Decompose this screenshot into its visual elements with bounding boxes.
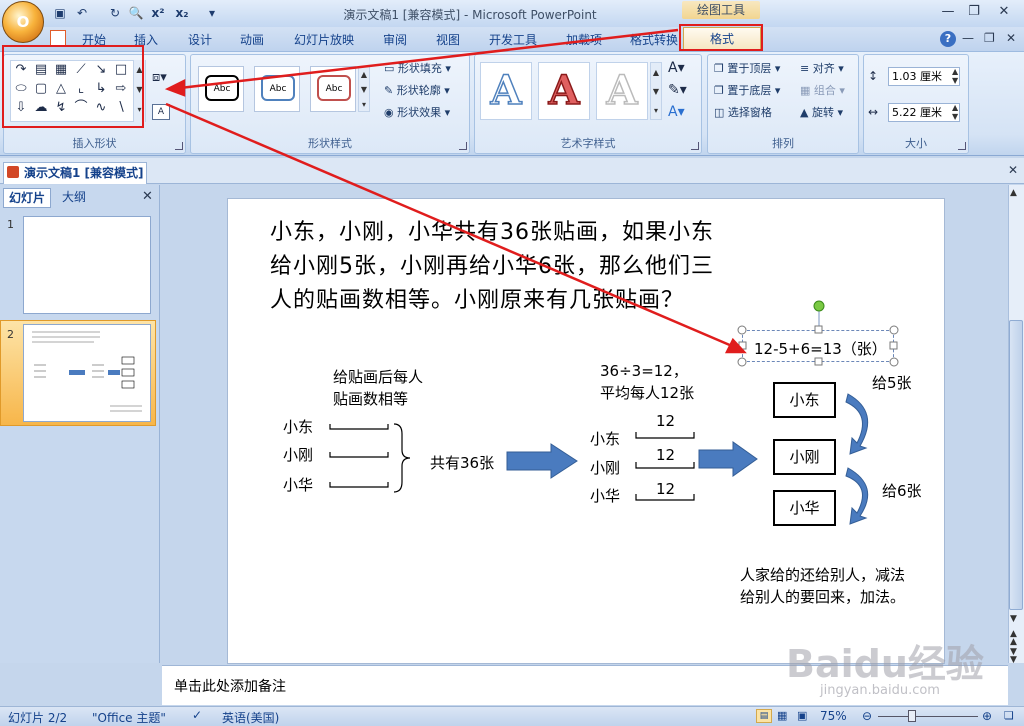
baidu-watermark: Baidu经验 [786, 642, 984, 686]
status-zoom-level[interactable]: 75% [820, 709, 847, 723]
zoom-slider-thumb[interactable] [908, 710, 916, 722]
office-button[interactable]: O [2, 1, 44, 43]
scroll-up-icon[interactable]: ▲ [1010, 188, 1017, 198]
annotation-arrows [164, 28, 747, 354]
status-language[interactable]: 英语(美国) [222, 709, 279, 726]
normal-view-icon[interactable]: ▤ [756, 709, 772, 723]
zoom-slider-track[interactable] [878, 716, 978, 717]
fit-to-window-icon[interactable]: ❏ [1004, 709, 1014, 722]
status-theme[interactable]: "Office 主题" [92, 709, 166, 726]
status-slide-count: 幻灯片 2/2 [8, 711, 68, 725]
baidu-watermark-url: jingyan.baidu.com [820, 683, 940, 698]
next-slide-icon[interactable]: ▼ ▼ [1010, 648, 1017, 665]
slide-sorter-icon[interactable]: ▦ [777, 709, 787, 722]
slideshow-view-icon[interactable]: ▣ [797, 709, 807, 722]
scroll-down-icon[interactable]: ▼ [1010, 614, 1017, 624]
spellcheck-icon[interactable]: ✓ [192, 708, 202, 722]
previous-slide-icon[interactable]: ▲ ▲ [1010, 630, 1017, 647]
scroll-thumb[interactable] [1009, 320, 1023, 610]
zoom-in-icon[interactable]: ⊕ [982, 709, 992, 723]
zoom-out-icon[interactable]: ⊖ [862, 709, 872, 723]
